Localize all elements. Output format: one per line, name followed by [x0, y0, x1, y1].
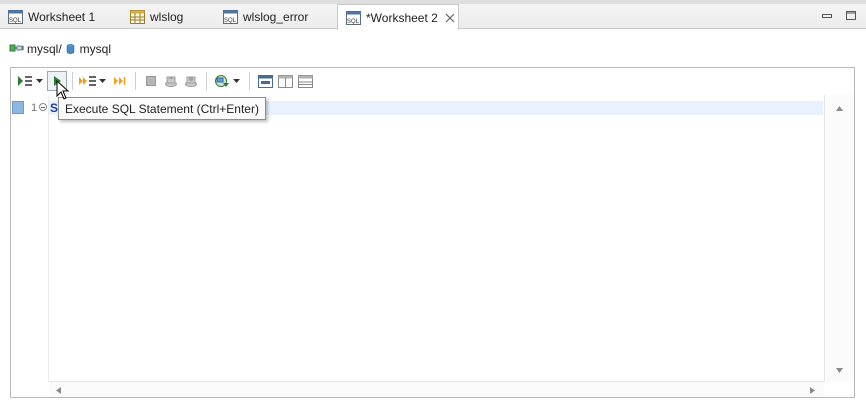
svg-text:SQL: SQL	[224, 18, 237, 24]
chevron-down-icon[interactable]	[35, 71, 43, 91]
minimize-icon[interactable]	[822, 9, 832, 18]
tab-wlslog-error[interactable]: SQL wlslog_error	[215, 4, 335, 29]
stop-icon[interactable]	[141, 71, 161, 91]
sql-worksheet-icon: SQL	[223, 9, 238, 24]
editor-toolbar	[11, 68, 854, 94]
view-window-controls	[822, 9, 856, 20]
scroll-up-icon[interactable]	[835, 105, 844, 112]
sql-text-area[interactable]: 1 S	[11, 95, 823, 382]
tab-label: *Worksheet 2	[366, 10, 438, 25]
step-forward-icon[interactable]	[110, 71, 130, 91]
code-text[interactable]: S	[50, 101, 58, 115]
tab-worksheet-1[interactable]: SQL Worksheet 1	[0, 4, 118, 29]
breadcrumb-connection[interactable]: mysql/	[27, 42, 62, 56]
tab-worksheet-2[interactable]: SQL *Worksheet 2	[337, 4, 459, 30]
toolbar-separator	[206, 72, 207, 90]
svg-text:SQL: SQL	[9, 18, 22, 24]
explain-plan-icon[interactable]	[212, 71, 232, 91]
tab-label: Worksheet 1	[28, 9, 96, 24]
maximize-icon[interactable]	[846, 9, 856, 20]
sql-worksheet-icon: SQL	[346, 10, 361, 25]
toolbar-separator	[249, 72, 250, 90]
tooltip-text: Execute SQL Statement (Ctrl+Enter)	[65, 101, 259, 116]
line-number: 1	[31, 102, 38, 114]
sql-worksheet-icon: SQL	[8, 9, 23, 24]
execute-statement-tooltip: Execute SQL Statement (Ctrl+Enter)	[58, 97, 266, 120]
close-icon[interactable]	[445, 13, 455, 23]
rollback-icon[interactable]	[181, 71, 201, 91]
vertical-layout-icon[interactable]	[275, 71, 295, 91]
breadcrumb-database[interactable]: mysql	[80, 42, 111, 56]
connection-plug-icon	[9, 44, 24, 52]
table-grid-icon	[130, 9, 145, 24]
scroll-right-icon[interactable]	[809, 386, 816, 395]
svg-text:SQL: SQL	[347, 19, 360, 25]
current-line-marker	[12, 101, 24, 114]
gutter-divider	[48, 95, 49, 382]
tab-label: wlslog_error	[243, 9, 309, 24]
tab-label: wlslog	[150, 9, 184, 24]
horizontal-scrollbar[interactable]	[49, 381, 824, 397]
maximize-results-panel-icon[interactable]	[255, 71, 275, 91]
run-script-icon[interactable]	[15, 71, 35, 91]
chevron-down-icon[interactable]	[98, 71, 106, 91]
toolbar-separator	[72, 72, 73, 90]
run-script-to-cursor-icon[interactable]	[78, 71, 98, 91]
scroll-left-icon[interactable]	[55, 386, 62, 395]
mouse-pointer-icon	[56, 80, 70, 100]
breadcrumb: mysql/ mysql	[9, 41, 111, 57]
scroll-down-icon[interactable]	[835, 367, 844, 374]
tab-wlslog[interactable]: wlslog	[122, 4, 212, 29]
database-icon	[66, 44, 74, 54]
commit-icon[interactable]	[161, 71, 181, 91]
chevron-down-icon[interactable]	[232, 71, 240, 91]
fold-collapse-icon[interactable]	[39, 103, 47, 111]
toolbar-separator	[135, 72, 136, 90]
vertical-scrollbar[interactable]	[824, 95, 854, 382]
editor-tab-bar: SQL Worksheet 1 wlslog SQL wlslog_error …	[0, 0, 866, 30]
horizontal-layout-icon[interactable]	[295, 71, 315, 91]
